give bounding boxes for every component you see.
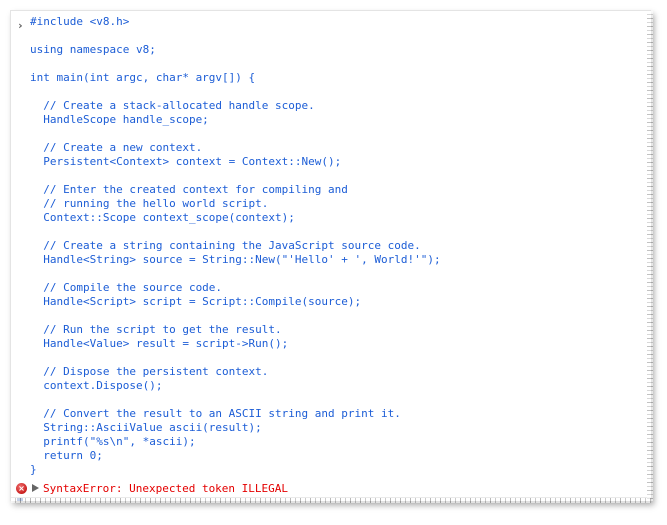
code-line: // Enter the created context for compili… xyxy=(30,183,348,196)
code-line: context.Dispose(); xyxy=(30,379,163,392)
code-line: // Create a string containing the JavaSc… xyxy=(30,239,421,252)
code-line: // Compile the source code. xyxy=(30,281,223,294)
code-line: String::AsciiValue ascii(result); xyxy=(30,421,262,434)
code-block[interactable]: #include <v8.h> using namespace v8; int … xyxy=(30,15,441,477)
torn-edge-bottom xyxy=(11,498,651,503)
code-line: Handle<Script> script = Script::Compile(… xyxy=(30,295,362,308)
torn-edge-right xyxy=(647,11,653,501)
console-output: › #include <v8.h> using namespace v8; in… xyxy=(11,11,651,501)
code-line: // Create a stack-allocated handle scope… xyxy=(30,99,315,112)
code-line: // Convert the result to an ASCII string… xyxy=(30,407,401,420)
code-line: // Run the script to get the result. xyxy=(30,323,282,336)
console-panel: › #include <v8.h> using namespace v8; in… xyxy=(10,10,653,503)
code-line: #include <v8.h> xyxy=(30,15,130,28)
code-line: Handle<String> source = String::New("'He… xyxy=(30,253,441,266)
code-line: // running the hello world script. xyxy=(30,197,269,210)
code-line: // Create a new context. xyxy=(30,141,203,154)
code-line: // Dispose the persistent context. xyxy=(30,365,269,378)
code-line: HandleScope handle_scope; xyxy=(30,113,209,126)
code-line: using namespace v8; xyxy=(30,43,156,56)
error-circle-icon: × xyxy=(16,483,27,494)
prompt-chevron-icon: › xyxy=(17,19,24,32)
error-message-row[interactable]: × SyntaxError: Unexpected token ILLEGAL xyxy=(11,481,651,498)
code-line: } xyxy=(30,463,37,476)
code-line: return 0; xyxy=(30,449,103,462)
code-line: int main(int argc, char* argv[]) { xyxy=(30,71,256,84)
code-line: Handle<Value> result = script->Run(); xyxy=(30,337,289,350)
disclosure-triangle-icon[interactable] xyxy=(32,484,39,492)
error-message: SyntaxError: Unexpected token ILLEGAL xyxy=(43,482,289,495)
code-line: Context::Scope context_scope(context); xyxy=(30,211,295,224)
code-line: Persistent<Context> context = Context::N… xyxy=(30,155,342,168)
code-line: printf("%s\n", *ascii); xyxy=(30,435,196,448)
